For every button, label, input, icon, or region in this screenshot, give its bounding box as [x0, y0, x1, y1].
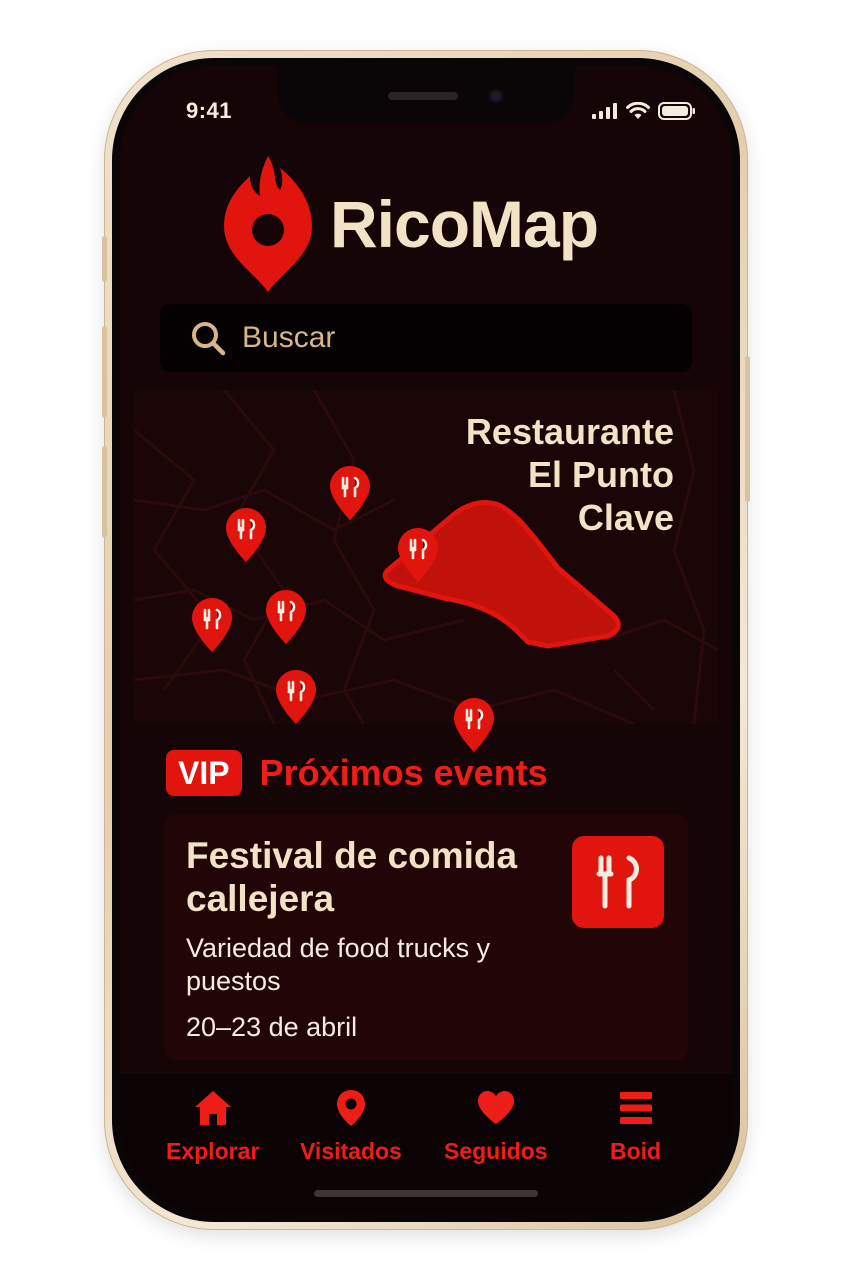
search-input[interactable] [240, 320, 664, 356]
map-pin-restaurant[interactable] [396, 526, 440, 584]
nav-item-seguidos[interactable]: Seguidos [444, 1088, 548, 1165]
nav-label-explorar: Explorar [166, 1138, 260, 1164]
speaker-grille [388, 92, 458, 100]
nav-label-visitados: Visitados [300, 1138, 402, 1164]
home-icon [194, 1091, 231, 1125]
mute-switch [102, 236, 107, 282]
status-time: 9:41 [186, 98, 233, 123]
map-pin-restaurant[interactable] [264, 588, 308, 646]
front-camera [489, 89, 503, 103]
events-header: VIP Próximos events [166, 750, 548, 796]
device-mockup: 9:41 RicoMap Buscar Restaurante El Punto… [0, 0, 853, 1280]
events-section-title: Próximos events [259, 752, 548, 793]
wifi-icon [626, 102, 650, 119]
highlighted-place-label: Restaurante El Punto Clave [466, 410, 674, 539]
place-name-line-1: Restaurante [465, 411, 674, 452]
nav-item-boid[interactable]: Boid [610, 1088, 661, 1165]
notch [277, 66, 575, 124]
location-pin-icon [336, 1090, 365, 1126]
restaurant-map[interactable]: Restaurante El Punto Clave [134, 390, 718, 752]
flame-pin-icon [224, 156, 312, 292]
event-title: Festival de comida callejera [186, 835, 518, 919]
map-pin-restaurant[interactable] [274, 668, 318, 726]
nav-item-explorar[interactable]: Explorar [166, 1088, 259, 1165]
search-icon [192, 322, 226, 356]
fork-knife-icon [572, 836, 664, 928]
search-bar[interactable] [160, 304, 692, 372]
event-card[interactable]: Festival de comida callejera Variedad de… [164, 814, 688, 1060]
event-date: 20–23 de abril [186, 1012, 358, 1042]
volume-down-button [102, 446, 107, 538]
map-pin-restaurant[interactable] [224, 506, 268, 564]
app-logo: RicoMap [220, 154, 599, 294]
menu-icon [619, 1092, 652, 1124]
app-screen: 9:41 RicoMap Buscar Restaurante El Punto… [120, 66, 732, 1214]
event-description: Variedad de food trucks y puestos [186, 933, 491, 996]
map-pin-restaurant[interactable] [328, 464, 372, 522]
signal-icon [592, 103, 617, 119]
place-name-line-2: El Punto [528, 454, 674, 495]
place-name-line-3: Clave [577, 497, 674, 538]
nav-label-boid: Boid [610, 1138, 662, 1164]
app-name: RicoMap [330, 187, 599, 261]
map-pin-restaurant[interactable] [452, 696, 496, 754]
home-indicator[interactable] [314, 1190, 538, 1197]
volume-up-button [102, 326, 107, 418]
status-icons [592, 102, 696, 120]
map-pin-restaurant[interactable] [190, 596, 234, 654]
nav-item-visitados[interactable]: Visitados [300, 1088, 402, 1165]
vip-badge: VIP [166, 750, 242, 796]
nav-label-seguidos: Seguidos [444, 1138, 548, 1164]
power-button [745, 356, 750, 502]
heart-icon [477, 1091, 514, 1124]
battery-icon [658, 102, 695, 120]
